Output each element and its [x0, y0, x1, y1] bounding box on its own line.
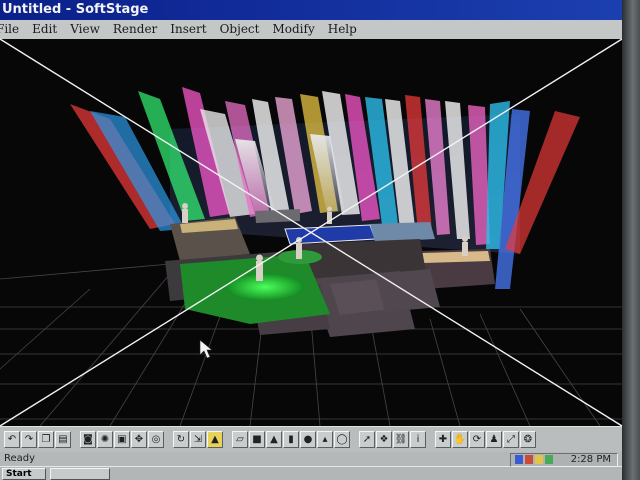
pan-icon: ✋ — [453, 433, 467, 445]
orbit-icon: ⟳ — [472, 433, 482, 445]
network-icon[interactable] — [525, 455, 533, 464]
3d-viewport[interactable] — [0, 39, 622, 426]
pointer-button[interactable]: ➚ — [359, 431, 375, 448]
walk-button[interactable]: ♟ — [486, 431, 502, 448]
zoom-icon: ✚ — [438, 433, 448, 445]
fit-icon: ⤢ — [507, 433, 515, 445]
windows-taskbar: Start 2:28 PM — [0, 453, 622, 480]
menu-help[interactable]: Help — [322, 20, 364, 39]
target-button[interactable]: ◎ — [148, 431, 164, 448]
monitor-bezel — [622, 0, 640, 480]
status-text: Ready — [4, 453, 36, 464]
menu-object[interactable]: Object — [214, 20, 267, 39]
toolbar-group-6: ✚ ✋ ⟳ ♟ ⤢ ❂ — [435, 431, 536, 448]
undo-icon: ↶ — [7, 433, 17, 445]
paste-button[interactable]: ▤ — [55, 431, 71, 448]
light-button[interactable]: ✺ — [97, 431, 113, 448]
menu-file[interactable]: File — [0, 20, 26, 39]
cone-icon: ▴ — [322, 433, 328, 445]
volume-icon[interactable] — [515, 455, 523, 464]
torus-button[interactable]: ◯ — [334, 431, 350, 448]
spotlight-icon: ▲ — [211, 433, 219, 445]
walk-icon: ♟ — [489, 433, 499, 445]
link-button[interactable]: ⛓ — [393, 431, 409, 448]
move-button[interactable]: ✥ — [131, 431, 147, 448]
orbit-button[interactable]: ⟳ — [469, 431, 485, 448]
paste-icon: ▤ — [58, 433, 68, 445]
menu-render[interactable]: Render — [107, 20, 164, 39]
undo-button[interactable]: ↶ — [4, 431, 20, 448]
sphere-button[interactable]: ● — [300, 431, 316, 448]
cube-icon: ■ — [252, 433, 262, 445]
toolbar-group-1: ↶ ↷ ❐ ▤ — [4, 431, 71, 448]
group-icon: ❖ — [379, 433, 389, 445]
copy-button[interactable]: ❐ — [38, 431, 54, 448]
bottom-toolbar: ↶ ↷ ❐ ▤ ◙ ✺ ▣ ✥ ◎ ↻ ⇲ ▲ ▱ ■ ▲ ▮ ● ▴ ◯ ➚ ❖ ⛓ i ✚ ✋ ⟳ ♟ ⤢ ❂ — [0, 426, 622, 452]
rotate-icon: ↻ — [176, 433, 186, 445]
render-button[interactable]: ❂ — [520, 431, 536, 448]
menu-modify[interactable]: Modify — [266, 20, 321, 39]
menu-bar: File Edit View Render Insert Object Modi… — [0, 20, 622, 39]
pointer-icon: ➚ — [362, 433, 372, 445]
monitor-icon[interactable] — [535, 455, 543, 464]
render-icon: ❂ — [523, 433, 533, 445]
taskbar-item[interactable] — [50, 468, 110, 480]
menu-insert[interactable]: Insert — [164, 20, 213, 39]
window-title: Untitled - SoftStage — [2, 2, 149, 17]
cone-button[interactable]: ▴ — [317, 431, 333, 448]
monitor-screen: Untitled - SoftStage File Edit View Rend… — [0, 0, 640, 480]
cylinder-icon: ▮ — [288, 433, 294, 445]
spotlight-button[interactable]: ▲ — [207, 431, 223, 448]
target-icon: ◎ — [151, 433, 161, 445]
torus-icon: ◯ — [336, 433, 348, 445]
stage-render — [0, 39, 622, 426]
redo-button[interactable]: ↷ — [21, 431, 37, 448]
cylinder-button[interactable]: ▮ — [283, 431, 299, 448]
scale-button[interactable]: ⇲ — [190, 431, 206, 448]
camera-icon: ◙ — [83, 433, 93, 445]
clock[interactable]: 2:28 PM — [571, 454, 611, 466]
rotate-button[interactable]: ↻ — [173, 431, 189, 448]
scale-icon: ⇲ — [193, 433, 203, 445]
cube-button[interactable]: ■ — [249, 431, 265, 448]
pyramid-button[interactable]: ▲ — [266, 431, 282, 448]
redo-icon: ↷ — [24, 433, 34, 445]
menu-view[interactable]: View — [64, 20, 107, 39]
menu-edit[interactable]: Edit — [26, 20, 64, 39]
info-icon: i — [416, 433, 420, 445]
fit-button[interactable]: ⤢ — [503, 431, 519, 448]
select-button[interactable]: ▣ — [114, 431, 130, 448]
start-button[interactable]: Start — [2, 468, 46, 480]
move-icon: ✥ — [134, 433, 144, 445]
copy-icon: ❐ — [41, 433, 51, 445]
zoom-button[interactable]: ✚ — [435, 431, 451, 448]
link-icon: ⛓ — [394, 433, 408, 445]
info-button[interactable]: i — [410, 431, 426, 448]
title-bar[interactable]: Untitled - SoftStage — [0, 0, 622, 20]
select-icon: ▣ — [117, 433, 127, 445]
toolbar-group-4: ▱ ■ ▲ ▮ ● ▴ ◯ — [232, 431, 350, 448]
plane-icon: ▱ — [236, 433, 244, 445]
pan-button[interactable]: ✋ — [452, 431, 468, 448]
start-label: Start — [6, 469, 32, 479]
group-button[interactable]: ❖ — [376, 431, 392, 448]
sphere-icon: ● — [303, 433, 313, 445]
toolbar-group-2: ◙ ✺ ▣ ✥ ◎ — [80, 431, 164, 448]
light-icon: ✺ — [100, 433, 110, 445]
pyramid-icon: ▲ — [270, 433, 278, 445]
toolbar-group-5: ➚ ❖ ⛓ i — [359, 431, 426, 448]
scheduler-icon[interactable] — [545, 455, 553, 464]
plane-button[interactable]: ▱ — [232, 431, 248, 448]
toolbar-group-3: ↻ ⇲ ▲ — [173, 431, 223, 448]
system-tray: 2:28 PM — [510, 453, 618, 467]
camera-button[interactable]: ◙ — [80, 431, 96, 448]
